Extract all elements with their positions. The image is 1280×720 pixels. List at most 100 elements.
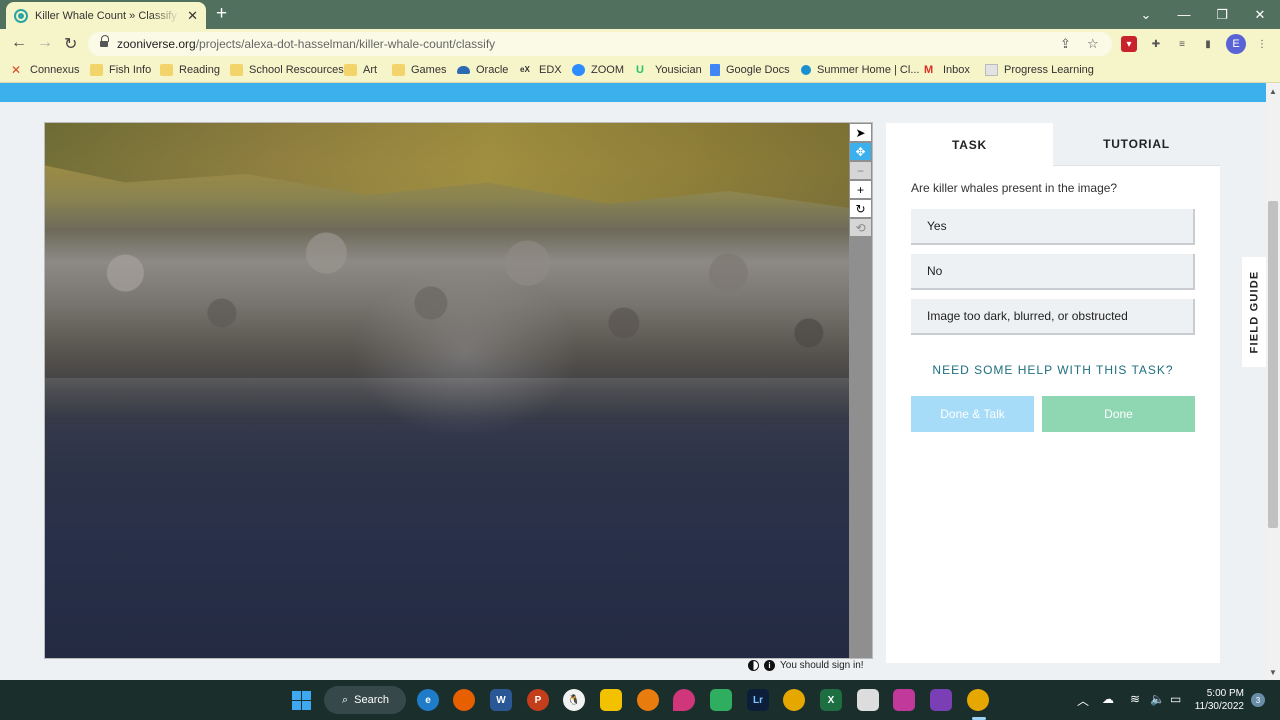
signin-notice: i You should sign in!: [748, 660, 864, 671]
water-edge: [45, 378, 849, 418]
bookmark-school-rescources[interactable]: School Rescources: [230, 64, 344, 76]
docs-icon: [710, 64, 720, 76]
close-window-button[interactable]: ✕: [1241, 0, 1279, 29]
chrome-profile-icon[interactable]: [967, 689, 989, 711]
menu-kebab-icon[interactable]: ⋮: [1254, 36, 1270, 52]
tab-tutorial[interactable]: TUTORIAL: [1053, 123, 1220, 166]
scroll-up-arrow-icon[interactable]: ▲: [1269, 87, 1277, 96]
field-guide-tab[interactable]: FIELD GUIDE: [1242, 257, 1266, 367]
minimize-button[interactable]: —: [1165, 0, 1203, 29]
url-text[interactable]: zooniverse.org/projects/alexa-dot-hassel…: [117, 37, 495, 51]
bookmark-star-icon[interactable]: ☆: [1087, 36, 1099, 52]
need-help-link[interactable]: NEED SOME HELP WITH THIS TASK?: [911, 363, 1195, 377]
folder-icon: [160, 64, 173, 76]
scroll-down-arrow-icon[interactable]: ▼: [1269, 668, 1277, 677]
bookmarks-bar: ✕ Connexus Fish Info Reading School Resco…: [0, 59, 1280, 83]
subject-image[interactable]: [45, 123, 849, 658]
close-tab-icon[interactable]: ✕: [187, 8, 198, 24]
bookmark-connexus[interactable]: ✕ Connexus: [11, 64, 80, 76]
folder-icon: [230, 64, 243, 76]
lightroom-icon[interactable]: Lr: [747, 689, 769, 711]
extensions-puzzle-icon[interactable]: ✚: [1148, 36, 1164, 52]
bookmark-edx[interactable]: eX EDX: [520, 64, 562, 76]
side-panel-icon[interactable]: ▮: [1200, 36, 1216, 52]
bookmark-art[interactable]: Art: [344, 64, 377, 76]
page-scrollbar[interactable]: ▲ ▼: [1266, 83, 1280, 680]
page-content: ➤ ✥ − + ↻ ⟲ i You should sign in! TASK T…: [0, 83, 1266, 679]
bookmark-reading[interactable]: Reading: [160, 64, 220, 76]
battery-icon[interactable]: ▭: [1170, 692, 1181, 706]
subject-viewer: ➤ ✥ − + ↻ ⟲: [44, 122, 873, 659]
zoom-icon: [572, 64, 585, 76]
bookmark-zoom[interactable]: ZOOM: [572, 64, 624, 76]
browser-tab[interactable]: Killer Whale Count » Classify — Zooniver…: [6, 2, 206, 29]
image-toolbar: ➤ ✥ − + ↻ ⟲: [849, 123, 872, 658]
windows-taskbar: ⌕ Search e W P 🐧 Lr X ︿ ☁ ≋ 🔈 ▭ 5:00 PM …: [0, 680, 1280, 720]
reading-list-icon[interactable]: ≡: [1174, 36, 1190, 52]
windows-start-icon[interactable]: [292, 691, 311, 710]
search-icon: ⌕: [342, 693, 349, 706]
firefox-icon[interactable]: [453, 689, 475, 711]
extension-shield-icon[interactable]: ▾: [1121, 36, 1137, 52]
chrome-icon[interactable]: [783, 689, 805, 711]
profile-avatar[interactable]: E: [1226, 34, 1246, 54]
answer-image-obstructed[interactable]: Image too dark, blurred, or obstructed: [911, 299, 1195, 335]
info-icon[interactable]: i: [764, 660, 775, 671]
move-icon[interactable]: ✥: [850, 143, 871, 160]
notification-badge[interactable]: 3: [1251, 693, 1265, 707]
forward-icon[interactable]: →: [37, 34, 53, 52]
system-clock[interactable]: 5:00 PM 11/30/2022: [1192, 687, 1244, 713]
tab-task[interactable]: TASK: [886, 123, 1053, 166]
bookmark-inbox[interactable]: M Inbox: [924, 64, 970, 76]
reload-icon[interactable]: ↻: [64, 34, 77, 54]
excel-icon[interactable]: X: [820, 689, 842, 711]
paint-drop-icon[interactable]: [673, 689, 695, 711]
blender-icon[interactable]: [637, 689, 659, 711]
onedrive-cloud-icon[interactable]: ☁: [1102, 692, 1114, 706]
bookmark-fish-info[interactable]: Fish Info: [90, 64, 151, 76]
progress-icon: [985, 64, 998, 76]
invert-colors-icon[interactable]: [748, 660, 759, 671]
zooniverse-favicon-icon: [14, 8, 28, 23]
wifi-icon[interactable]: ≋: [1130, 692, 1140, 706]
rotate-icon[interactable]: ↻: [850, 200, 871, 217]
maximize-button[interactable]: ❐: [1203, 0, 1241, 29]
tray-overflow-icon[interactable]: ︿: [1077, 692, 1089, 709]
robot-app-icon[interactable]: [710, 689, 732, 711]
reset-icon[interactable]: ⟲: [850, 219, 871, 236]
volume-icon[interactable]: 🔈: [1150, 692, 1165, 706]
tab-search-icon[interactable]: ⌄: [1127, 0, 1165, 29]
bookmark-games[interactable]: Games: [392, 64, 446, 76]
bookmark-oracle[interactable]: Oracle: [457, 64, 508, 76]
folder-icon: [344, 64, 357, 76]
done-and-talk-button[interactable]: Done & Talk: [911, 396, 1034, 432]
bookmark-google-docs[interactable]: Google Docs: [710, 64, 790, 76]
tux-icon[interactable]: 🐧: [563, 689, 585, 711]
pointer-icon[interactable]: ➤: [850, 124, 871, 141]
scroll-thumb[interactable]: [1268, 201, 1278, 528]
bookmark-progress-learning[interactable]: Progress Learning: [985, 64, 1094, 76]
signin-text[interactable]: You should sign in!: [780, 660, 864, 671]
bookmark-yousician[interactable]: U Yousician: [636, 64, 702, 76]
word-icon[interactable]: W: [490, 689, 512, 711]
image-app-icon[interactable]: [857, 689, 879, 711]
back-icon[interactable]: ←: [11, 34, 27, 52]
bookmark-summer-home[interactable]: Summer Home | Cl...: [801, 64, 920, 76]
answer-yes[interactable]: Yes: [911, 209, 1195, 245]
address-bar[interactable]: zooniverse.org/projects/alexa-dot-hassel…: [88, 32, 1112, 56]
answer-no[interactable]: No: [911, 254, 1195, 290]
powerpoint-icon[interactable]: P: [527, 689, 549, 711]
done-button[interactable]: Done: [1042, 396, 1195, 432]
clipchamp-icon[interactable]: [930, 689, 952, 711]
cloud-icon: [457, 66, 470, 74]
site-header-banner: [0, 83, 1266, 102]
file-explorer-icon[interactable]: [600, 689, 622, 711]
zoom-in-icon[interactable]: +: [850, 181, 871, 198]
taskbar-search[interactable]: ⌕ Search: [324, 686, 406, 714]
zoom-out-icon[interactable]: −: [850, 162, 871, 179]
summer-icon: [801, 65, 811, 75]
edge-icon[interactable]: e: [417, 689, 439, 711]
new-tab-button[interactable]: +: [216, 4, 227, 24]
instagram-icon[interactable]: [893, 689, 915, 711]
share-icon[interactable]: ⇪: [1060, 36, 1071, 52]
